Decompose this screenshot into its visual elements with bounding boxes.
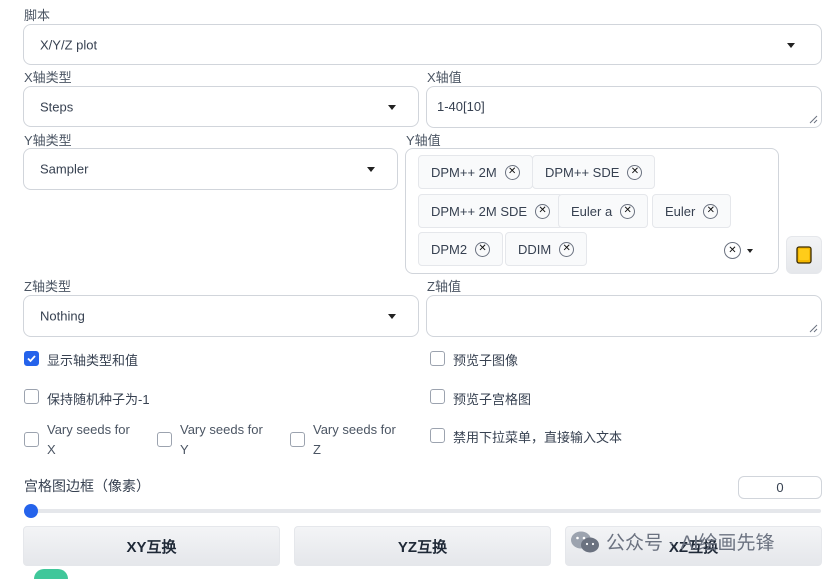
script-value: X/Y/Z plot	[40, 37, 98, 52]
z-values-input[interactable]	[426, 295, 822, 337]
vary-seeds-y-label[interactable]: Vary seeds for Y	[180, 420, 263, 460]
chip-ddim[interactable]: DDIM ✕	[505, 232, 588, 266]
vary-seeds-x-checkbox[interactable]	[24, 432, 39, 447]
vary-seeds-x-line2: X	[47, 442, 56, 457]
chip-dpm2m[interactable]: DPM++ 2M ✕	[418, 155, 533, 189]
swap-xy-button[interactable]: XY互换	[23, 526, 280, 566]
z-values-label: Z轴值	[427, 279, 461, 294]
chevron-down-icon	[787, 42, 795, 48]
preview-grid-checkbox[interactable]	[430, 389, 445, 404]
preview-sub-label[interactable]: 预览子图像	[453, 350, 518, 369]
chip-euler-a[interactable]: Euler a ✕	[558, 194, 649, 228]
chevron-down-icon	[367, 167, 375, 172]
swap-yz-button[interactable]: YZ互换	[294, 526, 551, 566]
chip-label: Euler a	[571, 203, 613, 219]
close-icon[interactable]: ✕	[559, 241, 575, 257]
z-type-label: Z轴类型	[24, 279, 71, 294]
y-type-value: Sampler	[40, 161, 89, 177]
chevron-down-icon	[388, 314, 396, 319]
vary-seeds-x-label[interactable]: Vary seeds for X	[47, 420, 130, 460]
z-type-value: Nothing	[40, 308, 85, 324]
script-label: 脚本	[24, 8, 51, 23]
vary-seeds-z-line2: Z	[313, 442, 321, 457]
vary-seeds-z-line1: Vary seeds for	[313, 422, 396, 437]
preview-sub-checkbox[interactable]	[430, 351, 445, 366]
watermark: 公众号 · AI绘画先锋	[570, 528, 775, 555]
margin-number-input[interactable]: 0	[738, 476, 822, 499]
chevron-down-icon[interactable]	[747, 249, 753, 253]
x-values-input[interactable]: 1-40[10]	[426, 86, 822, 128]
margin-slider-track[interactable]	[28, 509, 821, 513]
close-icon[interactable]: ✕	[620, 203, 636, 219]
disable-dropdown-label[interactable]: 禁用下拉菜单，直接输入文本	[453, 427, 622, 446]
keep-seed-checkbox[interactable]	[24, 389, 39, 404]
margin-label: 宫格图边框（像素）	[24, 478, 150, 494]
chip-dpm2[interactable]: DPM2 ✕	[418, 232, 504, 266]
show-axis-label[interactable]: 显示轴类型和值	[47, 350, 138, 369]
resize-grip-icon[interactable]	[809, 324, 818, 333]
wechat-icon	[571, 531, 599, 552]
chip-euler[interactable]: Euler ✕	[652, 194, 732, 228]
close-icon[interactable]: ✕	[535, 203, 551, 219]
close-icon[interactable]: ✕	[627, 164, 643, 180]
clear-all-icon[interactable]: ✕	[724, 242, 741, 259]
close-icon[interactable]: ✕	[475, 241, 491, 257]
vary-seeds-y-checkbox[interactable]	[157, 432, 172, 447]
keep-seed-label[interactable]: 保持随机种子为-1	[47, 389, 150, 408]
x-values-text: 1-40[10]	[437, 99, 485, 114]
chip-label: DPM++ 2M SDE	[431, 203, 528, 219]
x-values-label: X轴值	[427, 70, 462, 85]
disable-dropdown-checkbox[interactable]	[430, 428, 445, 443]
chip-dpmsde[interactable]: DPM++ SDE ✕	[532, 155, 656, 189]
chip-label: DDIM	[518, 241, 552, 257]
margin-slider-handle[interactable]	[24, 504, 38, 518]
show-axis-checkbox[interactable]	[24, 351, 39, 366]
x-type-dropdown[interactable]: Steps	[23, 86, 419, 127]
chip-label: Euler	[665, 203, 696, 219]
close-icon[interactable]: ✕	[703, 203, 719, 219]
y-type-label: Y轴类型	[24, 133, 72, 148]
z-type-dropdown[interactable]: Nothing	[23, 295, 419, 337]
x-type-value: Steps	[40, 99, 74, 114]
watermark-prefix: 公众号 ·	[606, 533, 675, 554]
vary-seeds-y-line1: Vary seeds for	[180, 422, 263, 437]
resize-grip-icon[interactable]	[809, 115, 818, 124]
watermark-name: AI绘画先锋	[680, 533, 775, 554]
folder-button[interactable]	[786, 236, 822, 274]
script-dropdown[interactable]: X/Y/Z plot	[23, 24, 822, 65]
chip-label: DPM++ 2M	[431, 164, 497, 180]
folder-icon	[796, 246, 812, 264]
y-type-dropdown[interactable]: Sampler	[23, 148, 398, 190]
chip-label: DPM2	[431, 241, 468, 257]
vary-seeds-y-line2: Y	[180, 442, 189, 457]
chip-label: DPM++ SDE	[545, 164, 620, 180]
preview-grid-label[interactable]: 预览子宫格图	[453, 389, 531, 408]
vary-seeds-x-line1: Vary seeds for	[47, 422, 130, 437]
vary-seeds-z-label[interactable]: Vary seeds for Z	[313, 420, 396, 460]
checkbox-check-icon	[27, 355, 36, 363]
chip-dpm2msde[interactable]: DPM++ 2M SDE ✕	[418, 194, 564, 228]
close-icon[interactable]: ✕	[504, 164, 520, 180]
vary-seeds-z-checkbox[interactable]	[290, 432, 305, 447]
y-values-label: Y轴值	[406, 133, 441, 148]
chevron-down-icon	[388, 104, 396, 110]
avatar	[34, 569, 68, 579]
x-type-label: X轴类型	[24, 70, 72, 85]
